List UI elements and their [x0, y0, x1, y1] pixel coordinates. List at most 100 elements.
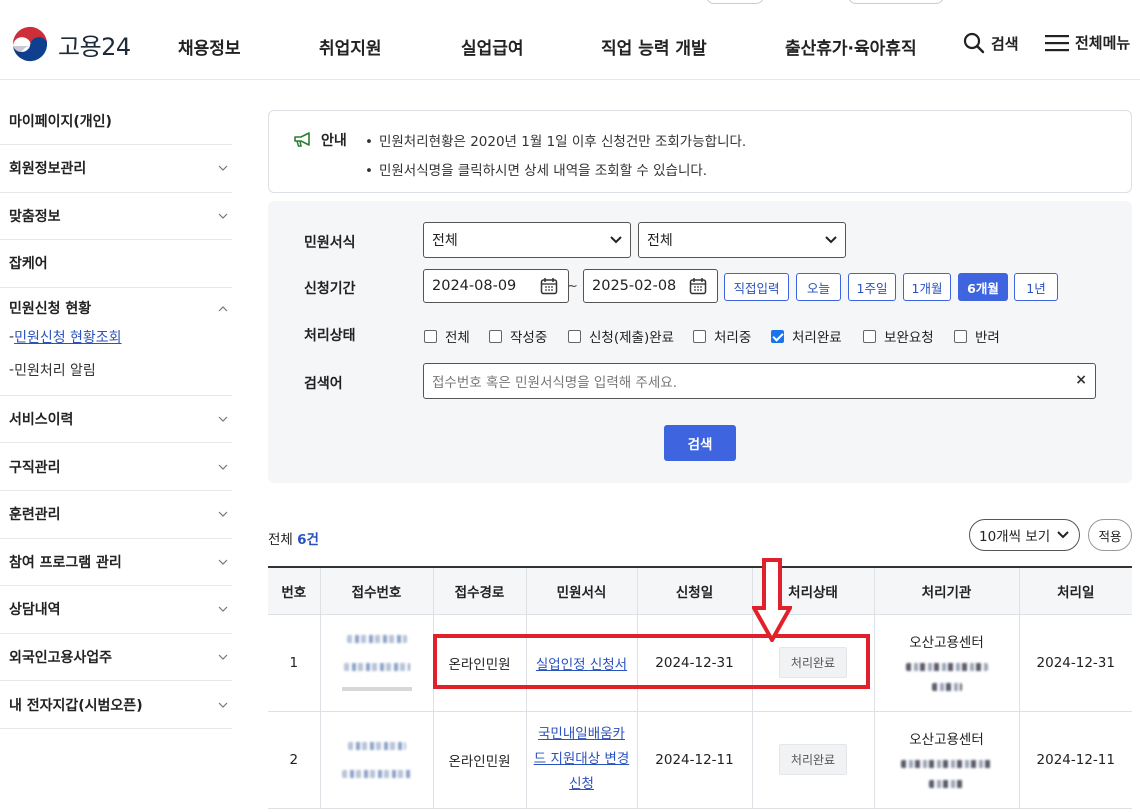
col-header-processed-date: 처리일	[1019, 567, 1132, 615]
checkbox[interactable]	[693, 329, 706, 343]
sidebar: 마이페이지(개인) 회원정보관리 맞춤정보 잡케어 민원신청 현황 - 민원신청 …	[0, 98, 232, 729]
chevron-down-icon	[218, 416, 228, 422]
sidebar-item-foreign-employer[interactable]: 외국인고용사업주	[0, 634, 232, 682]
form-link[interactable]: 국민내일배움카드 지원대상 변경 신청	[534, 726, 630, 792]
period-button-1week[interactable]: 1주일	[848, 273, 896, 301]
select-value: 전체	[432, 233, 458, 249]
checkbox[interactable]	[954, 329, 967, 343]
header-search-button[interactable]: 검색	[963, 32, 1019, 54]
sidebar-item-training[interactable]: 훈련관리	[0, 491, 232, 539]
date-to-input[interactable]: 2025-02-08	[583, 269, 718, 303]
cell-applied-date: 2024-12-11	[637, 711, 753, 809]
date-value: 2024-08-09	[432, 278, 517, 294]
checkbox[interactable]	[568, 329, 581, 343]
sidebar-item-petition-status[interactable]: 민원신청 현황	[0, 288, 232, 318]
top-util-pill[interactable]	[706, 0, 764, 4]
total-count: 6건	[297, 532, 319, 548]
chevron-down-icon	[610, 236, 622, 244]
checkbox[interactable]	[863, 329, 876, 343]
status-checkbox-supplement[interactable]: 보완요청	[863, 326, 934, 346]
nav-item-employment-support[interactable]: 취업지원	[319, 34, 382, 59]
chevron-down-icon	[218, 213, 228, 219]
sidebar-item-service-history[interactable]: 서비스이력	[0, 396, 232, 444]
chevron-down-icon	[218, 607, 228, 613]
sidebar-item-label: 훈련관리	[9, 507, 61, 524]
sidebar-item-label: 구직관리	[9, 459, 61, 476]
clear-icon[interactable]: ×	[1075, 372, 1087, 388]
notice-label-text: 안내	[321, 133, 347, 149]
period-button-today[interactable]: 오늘	[796, 273, 841, 301]
top-util-pill[interactable]	[848, 0, 944, 4]
nav-item-maternity-leave[interactable]: 출산휴가·육아휴직	[785, 34, 917, 59]
status-checkbox-processing[interactable]: 처리중	[693, 326, 751, 346]
status-checkbox-completed[interactable]: 처리완료	[771, 326, 842, 346]
form-type-select-1[interactable]: 전체	[423, 222, 631, 258]
sidebar-subitem-label: 민원신청 현황조회	[14, 330, 122, 347]
megaphone-icon	[294, 132, 310, 147]
checkbox[interactable]	[489, 329, 502, 343]
sidebar-item-custom-info[interactable]: 맞춤정보	[0, 193, 232, 241]
status-checkbox-submitted[interactable]: 신청(제출)완료	[568, 326, 674, 346]
cell-receipt-no-redacted	[320, 614, 434, 712]
period-button-custom[interactable]: 직접입력	[724, 273, 789, 301]
logo-text: 고용24	[58, 32, 131, 61]
redacted-text	[900, 759, 993, 768]
period-label: 신청기간	[304, 281, 356, 297]
redacted-text	[343, 662, 410, 671]
calendar-icon[interactable]	[540, 277, 558, 295]
status-label: 처리상태	[304, 328, 356, 344]
period-button-1month[interactable]: 1개월	[903, 273, 951, 301]
date-value: 2025-02-08	[592, 278, 677, 294]
sidebar-item-label: 회원정보관리	[9, 161, 87, 178]
sidebar-item-counseling[interactable]: 상담내역	[0, 586, 232, 634]
status-checkbox-all[interactable]: 전체	[424, 326, 470, 346]
checkbox-label: 보완요청	[884, 330, 934, 346]
checkbox-label: 작성중	[510, 330, 548, 346]
cell-org: 오산고용센터	[874, 711, 1020, 809]
sidebar-subitem-petition-lookup[interactable]: - 민원신청 현황조회	[0, 321, 232, 354]
sidebar-item-mypage[interactable]: 마이페이지(개인)	[0, 98, 232, 145]
sidebar-item-job-seeking[interactable]: 구직관리	[0, 443, 232, 491]
apply-button[interactable]: 적용	[1088, 519, 1132, 551]
sidebar-item-member-info[interactable]: 회원정보관리	[0, 145, 232, 193]
status-checkbox-rejected[interactable]: 반려	[954, 326, 1000, 346]
search-button[interactable]: 검색	[664, 425, 736, 461]
redacted-text	[346, 634, 407, 643]
sidebar-item-programs[interactable]: 참여 프로그램 관리	[0, 539, 232, 587]
chevron-down-icon	[825, 236, 837, 244]
col-header-no: 번호	[268, 567, 321, 615]
header-menu-button[interactable]: 전체메뉴	[1045, 32, 1130, 53]
date-from-input[interactable]: 2024-08-09	[423, 269, 569, 303]
chevron-up-icon	[218, 305, 228, 312]
cell-org: 오산고용센터	[874, 614, 1020, 712]
table-row: 2 온라인민원 국민내일배움카드 지원대상 변경 신청 2024-12-11 처…	[268, 711, 1132, 809]
sidebar-item-label: 잡케어	[9, 256, 48, 273]
page-size-select[interactable]: 10개씩 보기	[969, 519, 1080, 551]
page-size-value: 10개씩 보기	[979, 529, 1051, 545]
checkbox-checked[interactable]	[771, 329, 784, 343]
nav-item-job-skills[interactable]: 직업 능력 개발	[601, 34, 707, 59]
sidebar-item-label: 상담내역	[9, 602, 61, 619]
calendar-icon[interactable]	[689, 277, 707, 295]
chevron-down-icon	[1057, 531, 1069, 539]
period-button-6months[interactable]: 6개월	[958, 273, 1008, 301]
status-checkbox-drafting[interactable]: 작성중	[489, 326, 547, 346]
nav-item-jobs[interactable]: 채용정보	[178, 34, 241, 59]
form-type-select-2[interactable]: 전체	[638, 222, 846, 258]
sidebar-subitem-petition-alert[interactable]: - 민원처리 알림	[0, 354, 232, 387]
nav-item-unemployment-benefit[interactable]: 실업급여	[461, 34, 524, 59]
checkbox-label: 처리중	[714, 330, 752, 346]
notice-line: 민원서식명을 클릭하시면 상세 내역을 조회할 수 있습니다.	[365, 159, 707, 179]
sidebar-item-jobcare[interactable]: 잡케어	[0, 240, 232, 288]
redacted-bar	[341, 686, 412, 691]
checkbox[interactable]	[424, 329, 437, 343]
redacted-text	[341, 769, 412, 778]
total-prefix: 전체	[268, 532, 293, 548]
site-logo[interactable]: 고용24	[10, 24, 131, 64]
chevron-down-icon	[218, 702, 228, 708]
period-button-1year[interactable]: 1년	[1014, 273, 1058, 301]
keyword-input[interactable]: 접수번호 혹은 민원서식명을 입력해 주세요. ×	[423, 363, 1096, 399]
sidebar-item-e-wallet[interactable]: 내 전자지갑(시범오픈)	[0, 681, 232, 729]
chevron-down-icon	[218, 559, 228, 565]
cell-form: 국민내일배움카드 지원대상 변경 신청	[526, 711, 638, 809]
